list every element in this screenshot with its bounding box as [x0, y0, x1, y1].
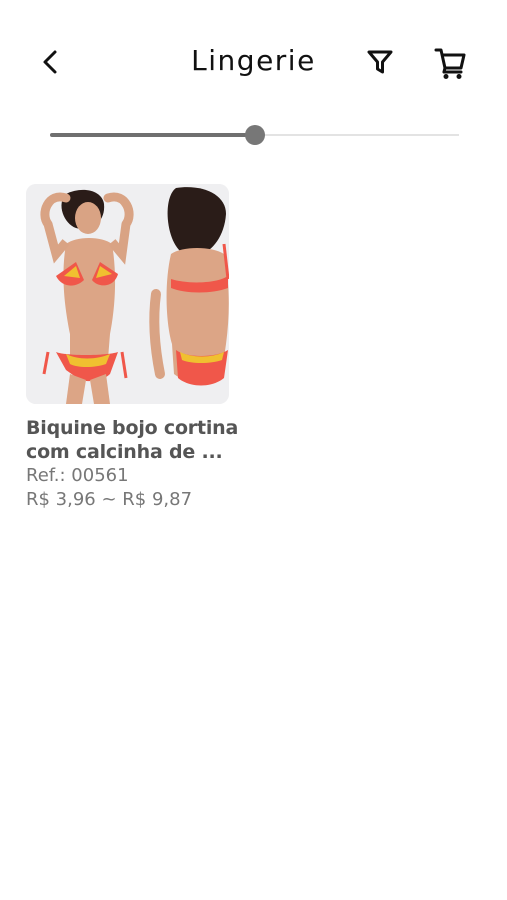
cart-button[interactable] [430, 42, 472, 84]
chevron-left-icon [43, 50, 57, 74]
bikini-photo [26, 184, 229, 404]
filter-icon [367, 50, 393, 74]
page-title: Lingerie [191, 44, 316, 77]
product-ref: Ref.: 00561 [26, 465, 129, 486]
product-image[interactable] [26, 184, 229, 404]
cart-icon [434, 48, 466, 79]
filter-button[interactable] [360, 42, 400, 82]
product-name-line2: com calcinha de ... [26, 441, 223, 463]
product-price: R$ 3,96 ~ R$ 9,87 [26, 489, 193, 510]
progress-slider[interactable] [50, 124, 459, 146]
product-name-line1: Biquine bojo cortina [26, 417, 239, 439]
slider-thumb[interactable] [245, 125, 265, 145]
slider-fill [50, 133, 255, 137]
back-button[interactable] [30, 42, 70, 82]
product-name[interactable]: Biquine bojo cortina com calcinha de ... [26, 416, 239, 464]
app-header: Lingerie [0, 0, 507, 120]
product-card[interactable]: Biquine bojo cortina com calcinha de ...… [26, 184, 238, 512]
